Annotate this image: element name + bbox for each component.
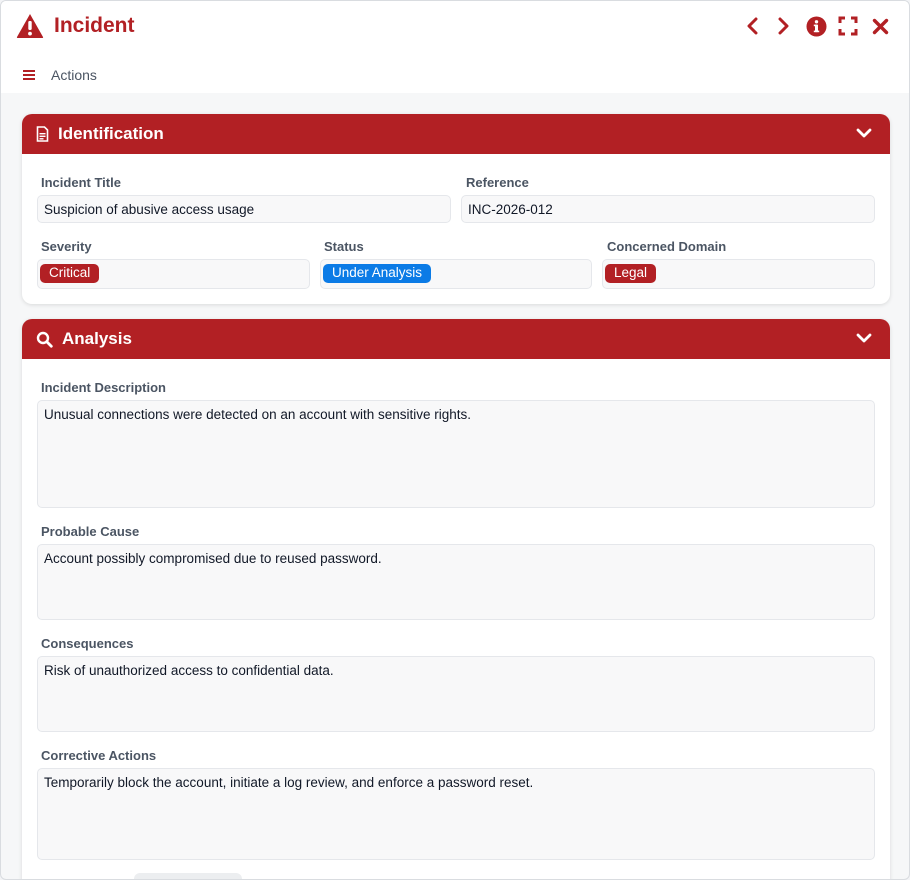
analysis-title: Analysis <box>62 329 132 348</box>
domain-field[interactable]: Legal <box>602 259 875 289</box>
window-title: Incident <box>54 14 135 37</box>
reference-value: INC-2026-012 <box>468 202 553 217</box>
info-icon <box>806 16 826 36</box>
identification-panel: Identification Incident Title Suspicion … <box>22 114 890 304</box>
identification-title: Identification <box>58 124 164 143</box>
chevron-left-icon <box>747 17 758 35</box>
domain-label: Concerned Domain <box>607 239 727 254</box>
severity-label: Severity <box>41 239 92 254</box>
consequences-textarea[interactable]: Risk of unauthorized access to confident… <box>37 656 875 732</box>
next-button[interactable] <box>773 15 795 37</box>
cause-textarea[interactable]: Account possibly compromised due to reus… <box>37 544 875 620</box>
hamburger-menu-icon[interactable] <box>22 68 36 82</box>
status-badge: Under Analysis <box>323 264 432 283</box>
reference-field[interactable]: INC-2026-012 <box>461 195 875 223</box>
analysis-panel: Analysis Incident Description Unusual co… <box>22 319 890 879</box>
fullscreen-button[interactable] <box>837 15 859 37</box>
description-textarea[interactable]: Unusual connections were detected on an … <box>37 400 875 508</box>
warning-icon <box>16 14 44 38</box>
description-label: Incident Description <box>41 380 166 395</box>
chevron-right-icon <box>778 17 789 35</box>
actions-menu: Actions <box>22 67 97 83</box>
incident-window: Incident Actions Identification Incident… <box>0 0 910 880</box>
status-field[interactable]: Under Analysis <box>320 259 592 289</box>
partially-visible-control[interactable] <box>134 873 242 879</box>
info-button[interactable] <box>805 15 827 37</box>
severity-field[interactable]: Critical <box>37 259 310 289</box>
close-button[interactable] <box>869 15 891 37</box>
previous-button[interactable] <box>741 15 763 37</box>
actions-menu-label[interactable]: Actions <box>51 67 97 83</box>
cause-value: Account possibly compromised due to reus… <box>44 551 382 566</box>
cause-label: Probable Cause <box>41 524 140 539</box>
description-value: Unusual connections were detected on an … <box>44 407 471 422</box>
chevron-down-icon[interactable] <box>856 127 872 139</box>
consequences-label: Consequences <box>41 636 134 651</box>
window-actions <box>741 15 891 37</box>
corrective-label: Corrective Actions <box>41 748 157 763</box>
incident-title-value: Suspicion of abusive access usage <box>44 202 255 217</box>
severity-badge: Critical <box>40 264 100 283</box>
chevron-down-icon[interactable] <box>856 332 872 344</box>
analysis-header[interactable]: Analysis <box>22 319 890 359</box>
identification-header[interactable]: Identification <box>22 114 890 154</box>
expand-icon <box>838 16 858 36</box>
incident-title-field[interactable]: Suspicion of abusive access usage <box>37 195 451 223</box>
search-icon <box>36 331 53 348</box>
domain-badge: Legal <box>605 264 657 283</box>
corrective-textarea[interactable]: Temporarily block the account, initiate … <box>37 768 875 860</box>
title-bar: Incident Actions <box>1 1 909 93</box>
status-label: Status <box>324 239 364 254</box>
document-icon <box>36 126 49 142</box>
reference-label: Reference <box>466 175 529 190</box>
close-icon <box>872 18 888 34</box>
incident-title-label: Incident Title <box>41 175 121 190</box>
corrective-value: Temporarily block the account, initiate … <box>44 775 534 790</box>
consequences-value: Risk of unauthorized access to confident… <box>44 663 334 678</box>
